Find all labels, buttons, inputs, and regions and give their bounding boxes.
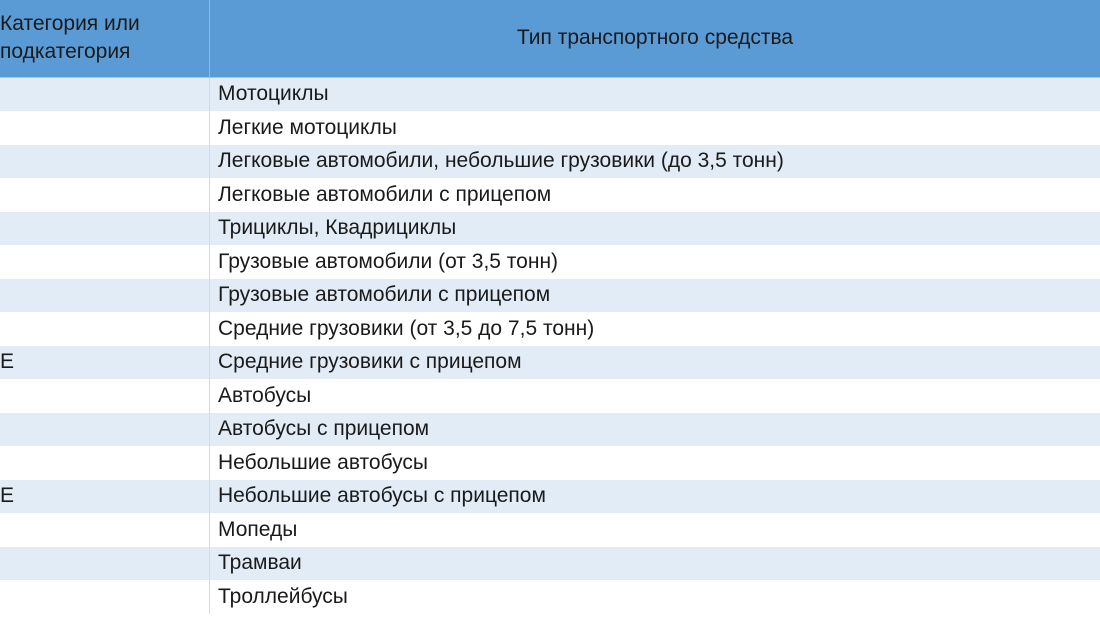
cell-vehicle-type: Легковые автомобили, небольшие грузовики… — [210, 145, 1100, 179]
table-body: МотоциклыЛегкие мотоциклыЛегковые автомо… — [0, 78, 1100, 614]
table-row: Автобусы с прицепом — [0, 413, 1100, 447]
cell-vehicle-type: Автобусы с прицепом — [210, 413, 1100, 447]
table-row: Грузовые автомобили с прицепом — [0, 279, 1100, 313]
cell-vehicle-type: Грузовые автомобили (от 3,5 тонн) — [210, 245, 1100, 279]
cell-vehicle-type: Мотоциклы — [210, 78, 1100, 112]
cell-category — [0, 145, 210, 179]
table-row: Трициклы, Квадрициклы — [0, 212, 1100, 246]
header-vehicle-type: Тип транспортного средства — [210, 0, 1100, 77]
table-row: Трамваи — [0, 547, 1100, 581]
table-row: Грузовые автомобили (от 3,5 тонн) — [0, 245, 1100, 279]
cell-category — [0, 580, 210, 614]
vehicle-category-table: Категория или подкатегория Тип транспорт… — [0, 0, 1100, 614]
cell-vehicle-type: Легковые автомобили с прицепом — [210, 178, 1100, 212]
cell-category — [0, 178, 210, 212]
cell-category — [0, 78, 210, 112]
cell-category — [0, 379, 210, 413]
table-row: Мопеды — [0, 513, 1100, 547]
cell-category: E — [0, 480, 210, 514]
table-row: Автобусы — [0, 379, 1100, 413]
table-row: Легковые автомобили, небольшие грузовики… — [0, 145, 1100, 179]
cell-category — [0, 413, 210, 447]
cell-category — [0, 312, 210, 346]
cell-vehicle-type: Трициклы, Квадрициклы — [210, 212, 1100, 246]
table-row: Легкие мотоциклы — [0, 111, 1100, 145]
cell-vehicle-type: Легкие мотоциклы — [210, 111, 1100, 145]
table-row: Мотоциклы — [0, 78, 1100, 112]
cell-category — [0, 245, 210, 279]
cell-category — [0, 547, 210, 581]
cell-vehicle-type: Небольшие автобусы с прицепом — [210, 480, 1100, 514]
cell-vehicle-type: Мопеды — [210, 513, 1100, 547]
table-header-row: Категория или подкатегория Тип транспорт… — [0, 0, 1100, 78]
cell-category — [0, 446, 210, 480]
cell-vehicle-type: Автобусы — [210, 379, 1100, 413]
cell-vehicle-type: Грузовые автомобили с прицепом — [210, 279, 1100, 313]
cell-vehicle-type: Троллейбусы — [210, 580, 1100, 614]
cell-vehicle-type: Средние грузовики с прицепом — [210, 346, 1100, 380]
table-row: Легковые автомобили с прицепом — [0, 178, 1100, 212]
table-row: EСредние грузовики с прицепом — [0, 346, 1100, 380]
cell-category — [0, 212, 210, 246]
table-row: EНебольшие автобусы с прицепом — [0, 480, 1100, 514]
cell-vehicle-type: Небольшие автобусы — [210, 446, 1100, 480]
table-row: Средние грузовики (от 3,5 до 7,5 тонн) — [0, 312, 1100, 346]
table-row: Троллейбусы — [0, 580, 1100, 614]
cell-category — [0, 513, 210, 547]
cell-category — [0, 111, 210, 145]
cell-vehicle-type: Средние грузовики (от 3,5 до 7,5 тонн) — [210, 312, 1100, 346]
cell-category: E — [0, 346, 210, 380]
cell-category — [0, 279, 210, 313]
header-category: Категория или подкатегория — [0, 0, 210, 77]
cell-vehicle-type: Трамваи — [210, 547, 1100, 581]
table-row: Небольшие автобусы — [0, 446, 1100, 480]
